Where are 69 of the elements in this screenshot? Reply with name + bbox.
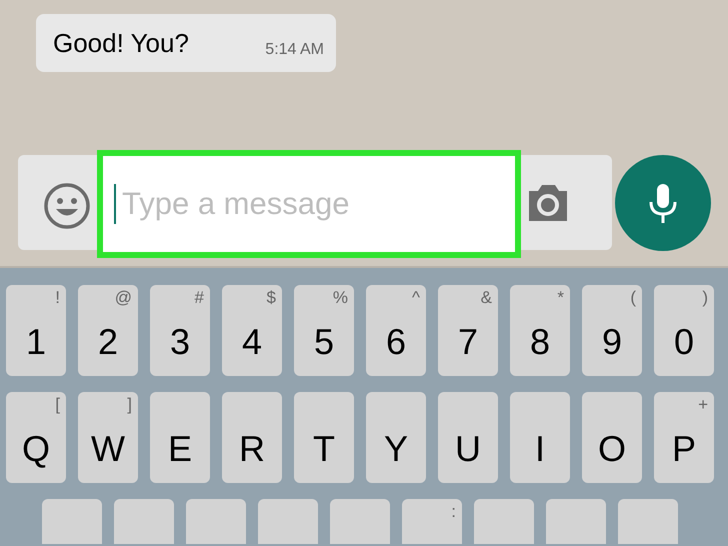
keyboard-key[interactable]: $ 4 — [222, 285, 282, 376]
message-field[interactable]: Type a message — [97, 150, 521, 258]
keyboard-key[interactable]: I — [510, 392, 570, 483]
key-label: U — [455, 431, 481, 467]
microphone-icon — [648, 182, 678, 224]
keyboard-key[interactable]: & 7 — [438, 285, 498, 376]
key-hint: [ — [55, 396, 60, 413]
keyboard-key[interactable]: [ Q — [6, 392, 66, 483]
keyboard-key[interactable]: E — [150, 392, 210, 483]
key-hint: ^ — [412, 289, 420, 306]
message-text: Good! You? — [53, 26, 189, 60]
key-hint: ( — [630, 289, 636, 306]
keyboard-key[interactable]: O — [582, 392, 642, 483]
keyboard-key[interactable]: ) 0 — [654, 285, 714, 376]
key-hint: @ — [114, 289, 132, 306]
key-hint: % — [332, 289, 348, 306]
key-label: T — [313, 431, 335, 467]
keyboard-key[interactable]: ! 1 — [6, 285, 66, 376]
key-hint: * — [557, 289, 564, 306]
key-hint: : — [451, 503, 456, 520]
keyboard-key[interactable] — [258, 499, 318, 544]
key-label: 5 — [314, 324, 334, 360]
keyboard-key[interactable]: Y — [366, 392, 426, 483]
key-label: O — [598, 431, 626, 467]
keyboard-key[interactable]: + P — [654, 392, 714, 483]
key-label: Y — [384, 431, 408, 467]
message-time: 5:14 AM — [265, 40, 324, 60]
key-hint: ) — [702, 289, 708, 306]
key-hint: # — [194, 289, 204, 306]
keyboard-key[interactable]: ] W — [78, 392, 138, 483]
key-label: Q — [22, 431, 50, 467]
key-label: P — [672, 431, 696, 467]
key-label: 3 — [170, 324, 190, 360]
emoji-icon[interactable] — [43, 182, 91, 230]
key-hint: + — [698, 396, 708, 413]
keyboard-key[interactable]: : — [402, 499, 462, 544]
keyboard-key[interactable]: # 3 — [150, 285, 210, 376]
key-label: W — [91, 431, 125, 467]
keyboard-key[interactable] — [546, 499, 606, 544]
keyboard-key[interactable]: * 8 — [510, 285, 570, 376]
keyboard-key[interactable] — [618, 499, 678, 544]
keyboard-key[interactable]: ( 9 — [582, 285, 642, 376]
keyboard-key[interactable]: T — [294, 392, 354, 483]
keyboard-key[interactable] — [330, 499, 390, 544]
key-label: 7 — [458, 324, 478, 360]
key-label: 8 — [530, 324, 550, 360]
keyboard-key[interactable]: @ 2 — [78, 285, 138, 376]
keyboard-key[interactable]: % 5 — [294, 285, 354, 376]
keyboard-key[interactable] — [42, 499, 102, 544]
key-hint: ! — [55, 289, 60, 306]
key-label: 9 — [602, 324, 622, 360]
key-hint: & — [480, 289, 492, 306]
key-label: 0 — [674, 324, 694, 360]
key-label: 2 — [98, 324, 118, 360]
keyboard-key[interactable] — [186, 499, 246, 544]
key-label: R — [239, 431, 265, 467]
key-label: 4 — [242, 324, 262, 360]
keyboard-key[interactable]: U — [438, 392, 498, 483]
key-label: 6 — [386, 324, 406, 360]
key-label: 1 — [26, 324, 46, 360]
text-cursor — [114, 184, 116, 224]
keyboard-key[interactable] — [474, 499, 534, 544]
key-hint: $ — [266, 289, 276, 306]
keyboard-key[interactable]: R — [222, 392, 282, 483]
key-label: E — [168, 431, 192, 467]
key-hint: ] — [127, 396, 132, 413]
keyboard-key[interactable]: ^ 6 — [366, 285, 426, 376]
keyboard-key[interactable] — [114, 499, 174, 544]
key-label: I — [534, 431, 545, 467]
